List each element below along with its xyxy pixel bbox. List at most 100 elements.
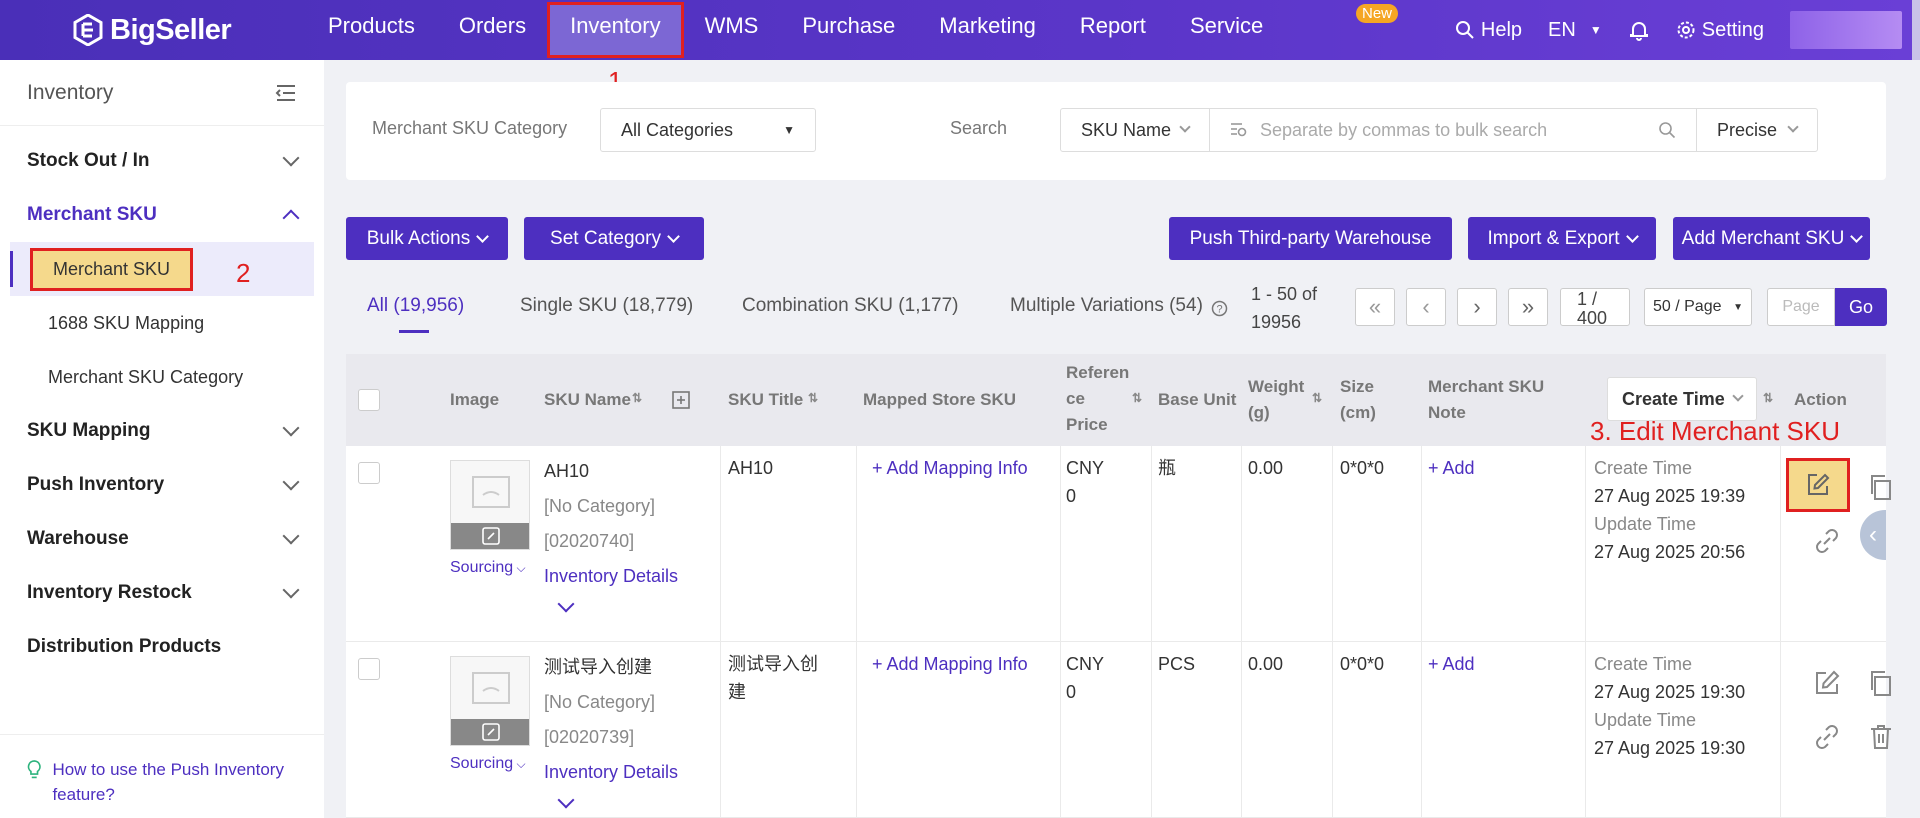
- push-third-party-button[interactable]: Push Third-party Warehouse: [1169, 217, 1452, 260]
- match-mode-select[interactable]: Precise: [1696, 108, 1818, 152]
- image-edit-bar[interactable]: [451, 719, 529, 745]
- help-link-push-inventory[interactable]: How to use the Push Inventory feature?: [52, 757, 298, 807]
- inventory-details-link[interactable]: Inventory Details: [544, 755, 678, 790]
- nav-marketing[interactable]: Marketing: [917, 0, 1058, 60]
- sort-icon[interactable]: ⇅: [1312, 385, 1322, 411]
- sidebar-subitem-merchant-sku[interactable]: Merchant SKU: [10, 242, 314, 296]
- account-avatar[interactable]: [1790, 11, 1902, 49]
- column-divider: [1421, 446, 1422, 641]
- next-page-button[interactable]: ›: [1457, 288, 1497, 326]
- expand-row-icon[interactable]: [557, 791, 575, 809]
- header-sku-title[interactable]: SKU Title: [728, 387, 803, 413]
- language-select[interactable]: EN ▼: [1548, 19, 1602, 42]
- page-scrollbar[interactable]: [1912, 0, 1920, 60]
- select-all-checkbox[interactable]: [358, 389, 380, 411]
- tab-all[interactable]: All (19,956): [367, 295, 464, 317]
- page-jump-input[interactable]: Page: [1767, 288, 1835, 326]
- image-edit-bar[interactable]: [451, 523, 529, 549]
- sidebar-item-push-inventory[interactable]: Push Inventory: [0, 458, 324, 512]
- setting-link[interactable]: Setting: [1676, 19, 1764, 42]
- nav-inventory[interactable]: Inventory: [547, 2, 684, 58]
- expand-all-icon[interactable]: [672, 391, 690, 409]
- go-button[interactable]: Go: [1835, 288, 1887, 326]
- update-time-value: 27 Aug 2025 19:30: [1594, 738, 1746, 758]
- row-checkbox[interactable]: [358, 462, 380, 484]
- tab-multiple-variations[interactable]: Multiple Variations (54): [1010, 295, 1203, 317]
- current-page-indicator: 1 / 400: [1560, 288, 1630, 328]
- link-icon[interactable]: [1812, 526, 1842, 556]
- column-divider: [1060, 642, 1061, 817]
- add-note-link[interactable]: + Add: [1428, 454, 1475, 482]
- copy-icon[interactable]: [1866, 472, 1896, 502]
- add-mapping-info-link[interactable]: + Add Mapping Info: [872, 454, 1028, 482]
- sidebar-item-sku-mapping[interactable]: SKU Mapping: [0, 404, 324, 458]
- sidebar-subitem-1688-mapping[interactable]: 1688 SKU Mapping: [0, 296, 324, 350]
- header-sku-name[interactable]: SKU Name: [544, 387, 631, 413]
- column-divider: [1241, 446, 1242, 641]
- sort-icon[interactable]: ⇅: [1132, 385, 1142, 411]
- help-label: Help: [1480, 18, 1523, 41]
- collapse-menu-icon[interactable]: [275, 84, 297, 102]
- category-select[interactable]: All Categories ▼: [600, 108, 816, 152]
- sourcing-dropdown[interactable]: Sourcing ⌵: [450, 554, 526, 582]
- bigseller-logo[interactable]: BigSeller: [72, 10, 232, 50]
- expand-row-icon[interactable]: [557, 595, 575, 613]
- last-page-button[interactable]: »: [1508, 288, 1548, 326]
- edit-icon: [1808, 473, 1830, 495]
- search-icon[interactable]: [1658, 121, 1676, 139]
- sort-by-select[interactable]: Create Time: [1607, 377, 1757, 421]
- header-reference-price[interactable]: Referen ce Price: [1066, 360, 1129, 438]
- sidebar-item-stock[interactable]: Stock Out / In: [0, 134, 324, 188]
- product-image[interactable]: [450, 656, 530, 746]
- add-note-link[interactable]: + Add: [1428, 650, 1475, 678]
- import-export-button[interactable]: Import & Export: [1468, 217, 1656, 260]
- edit-icon[interactable]: [1812, 668, 1842, 698]
- header-weight[interactable]: Weight (g): [1248, 374, 1304, 426]
- update-time-value: 27 Aug 2025 20:56: [1594, 542, 1746, 562]
- page-size-select[interactable]: 50 / Page ▼: [1644, 288, 1752, 326]
- tab-combination-sku[interactable]: Combination SKU (1,177): [742, 295, 959, 317]
- sourcing-dropdown[interactable]: Sourcing ⌵: [450, 750, 526, 778]
- sidebar-item-distribution[interactable]: Distribution Products: [0, 620, 324, 674]
- copy-icon[interactable]: [1866, 668, 1896, 698]
- prev-page-button[interactable]: ‹: [1406, 288, 1446, 326]
- header-line: (cm): [1340, 403, 1376, 422]
- nav-wms[interactable]: WMS: [683, 0, 781, 60]
- chevron-down-icon: [282, 527, 300, 545]
- sidebar-title: Inventory: [27, 80, 114, 104]
- sort-icon[interactable]: ⇅: [808, 385, 818, 411]
- nav-purchase[interactable]: Purchase: [780, 0, 917, 60]
- column-divider: [1332, 446, 1333, 641]
- trash-icon[interactable]: [1866, 722, 1896, 752]
- sidebar-item-merchant-sku[interactable]: Merchant SKU: [0, 188, 324, 242]
- sidebar-item-restock[interactable]: Inventory Restock: [0, 566, 324, 620]
- sort-icon[interactable]: ⇅: [632, 385, 642, 411]
- nav-products[interactable]: Products: [306, 0, 437, 60]
- set-category-button[interactable]: Set Category: [524, 217, 704, 260]
- nav-orders[interactable]: Orders: [437, 0, 548, 60]
- nav-service[interactable]: Service: [1168, 0, 1285, 60]
- help-link[interactable]: Help: [1455, 19, 1522, 42]
- help-circle-icon[interactable]: ?: [1211, 300, 1228, 317]
- product-image[interactable]: [450, 460, 530, 550]
- search-input[interactable]: Separate by commas to bulk search: [1209, 108, 1697, 152]
- link-icon[interactable]: [1812, 722, 1842, 752]
- add-mapping-info-link[interactable]: + Add Mapping Info: [872, 650, 1028, 678]
- inventory-details-link[interactable]: Inventory Details: [544, 559, 678, 594]
- add-merchant-sku-button[interactable]: Add Merchant SKU: [1673, 217, 1870, 260]
- sidebar-item-warehouse[interactable]: Warehouse: [0, 512, 324, 566]
- nav-report[interactable]: Report: [1058, 0, 1168, 60]
- chevron-down-icon: [1787, 121, 1799, 133]
- notifications-button[interactable]: [1628, 19, 1650, 41]
- first-page-button[interactable]: «: [1355, 288, 1395, 326]
- match-mode-value: Precise: [1717, 119, 1778, 140]
- sort-icon[interactable]: ⇅: [1763, 385, 1773, 411]
- sidebar-subitem-sku-category[interactable]: Merchant SKU Category: [0, 350, 324, 404]
- tab-single-sku[interactable]: Single SKU (18,779): [520, 295, 693, 317]
- edit-merchant-sku-button[interactable]: [1786, 458, 1850, 512]
- side-drawer-toggle[interactable]: ‹: [1860, 510, 1886, 560]
- search-field-select[interactable]: SKU Name: [1060, 108, 1210, 152]
- row-checkbox[interactable]: [358, 658, 380, 680]
- bulk-actions-button[interactable]: Bulk Actions: [346, 217, 508, 260]
- sidebar-subitem-label: 1688 SKU Mapping: [48, 312, 205, 333]
